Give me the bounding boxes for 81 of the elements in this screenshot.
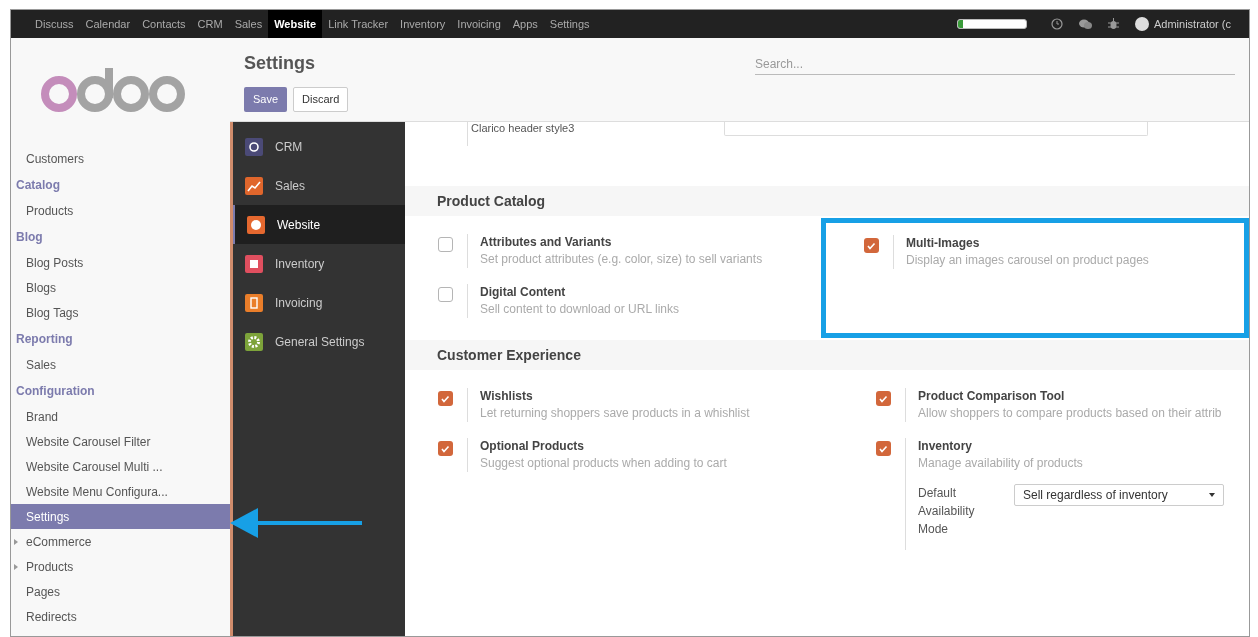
page-title: Settings bbox=[244, 52, 316, 75]
caret-icon bbox=[14, 538, 18, 545]
check-icon bbox=[878, 443, 888, 454]
setting-title: Product Comparison Tool bbox=[918, 388, 1066, 405]
select-field[interactable]: Sell regardless of inventory bbox=[1014, 484, 1224, 506]
bug-icon bbox=[1107, 18, 1119, 30]
app-tab[interactable]: Inventory bbox=[233, 244, 405, 283]
menu-item[interactable]: Contacts bbox=[136, 10, 192, 38]
checkbox[interactable] bbox=[875, 391, 891, 406]
caret-icon bbox=[14, 563, 18, 570]
setting-description: Set product attributes (e.g. color, size) to sell variants bbox=[480, 251, 763, 268]
sidebar-section: Catalog bbox=[11, 171, 230, 198]
menu-item[interactable]: Sales bbox=[228, 10, 269, 38]
app-tab[interactable]: Website bbox=[233, 205, 405, 244]
user-name[interactable]: Administrator (c bbox=[1153, 15, 1231, 33]
setting-title: Inventory bbox=[918, 438, 973, 455]
section-header: Product Catalog bbox=[405, 186, 1249, 216]
sidebar-item[interactable]: Website Carousel Filter bbox=[11, 429, 230, 454]
avatar-icon bbox=[1134, 17, 1149, 31]
menu-item[interactable]: Inventory bbox=[394, 10, 452, 38]
input-field[interactable] bbox=[724, 122, 1149, 136]
setting-description: Display an images carousel on product pages bbox=[906, 252, 1149, 269]
app-tab[interactable]: CRM bbox=[233, 127, 405, 166]
save-button[interactable]: Save bbox=[244, 87, 288, 112]
check-icon bbox=[866, 240, 876, 251]
field-label: Default Availability Mode bbox=[918, 485, 976, 538]
sidebar-item[interactable]: Sales bbox=[11, 352, 230, 377]
sidebar-item[interactable]: Settings bbox=[11, 504, 230, 529]
section-header: Customer Experience bbox=[405, 340, 1249, 370]
checkbox[interactable] bbox=[875, 441, 891, 456]
chat-icon bbox=[1078, 18, 1092, 30]
setting-title: Optional Products bbox=[480, 438, 585, 455]
sidebar-item[interactable]: Redirects bbox=[11, 604, 230, 629]
clock-icon bbox=[1050, 18, 1063, 30]
menu-item[interactable]: Invoicing bbox=[451, 10, 507, 38]
menu-item[interactable]: Settings bbox=[543, 10, 596, 38]
menu-item[interactable]: Link Tracker bbox=[322, 10, 395, 38]
sidebar-item[interactable]: eCommerce bbox=[11, 529, 230, 554]
menu-item[interactable]: Discuss bbox=[29, 10, 80, 38]
menu-item[interactable]: Website bbox=[268, 10, 323, 38]
app-tab[interactable]: Invoicing bbox=[233, 283, 405, 322]
check-icon bbox=[878, 393, 888, 404]
menu-item[interactable]: CRM bbox=[191, 10, 229, 38]
sidebar-section: Configuration bbox=[11, 377, 230, 404]
sidebar-item[interactable]: Pages bbox=[11, 579, 230, 604]
sidebar-section: Blog bbox=[11, 223, 230, 250]
caret-icon bbox=[1209, 491, 1215, 499]
select-value: Sell regardless of inventory bbox=[1023, 487, 1168, 504]
setting-title: Multi-Images bbox=[906, 235, 981, 252]
app-tab[interactable]: Sales bbox=[233, 166, 405, 205]
setting-title: Wishlists bbox=[480, 388, 534, 405]
sidebar-section: Reporting bbox=[11, 325, 230, 352]
setting-description: Let returning shoppers save products in a whishlist bbox=[480, 405, 750, 422]
setting-title: Digital Content bbox=[480, 284, 567, 301]
sidebar-item[interactable]: Blog Posts bbox=[11, 250, 230, 275]
sidebar-item[interactable]: Blogs bbox=[11, 275, 230, 300]
setting-description: Sell content to download or URL links bbox=[480, 301, 679, 318]
setting-description: Suggest optional products when adding to cart bbox=[480, 455, 727, 472]
sidebar-item[interactable]: Products bbox=[11, 198, 230, 223]
checkbox[interactable] bbox=[437, 237, 453, 252]
discard-button[interactable]: Discard bbox=[293, 87, 349, 112]
checkbox[interactable] bbox=[437, 287, 453, 302]
sidebar-item[interactable]: Website Menu Configura... bbox=[11, 479, 230, 504]
sidebar-item[interactable]: Brand bbox=[11, 404, 230, 429]
check-icon bbox=[440, 443, 450, 454]
setting-label: Clarico header style3 bbox=[471, 122, 575, 134]
checkbox[interactable] bbox=[437, 441, 453, 456]
checkbox[interactable] bbox=[863, 238, 879, 253]
check-icon bbox=[440, 393, 450, 404]
menu-item[interactable]: Apps bbox=[506, 10, 544, 38]
setting-description: Allow shoppers to compare products based on their attrib bbox=[918, 405, 1222, 422]
setting-description: Manage availability of products bbox=[918, 455, 1084, 472]
sidebar-item[interactable]: Products bbox=[11, 554, 230, 579]
sidebar-item[interactable]: Customers bbox=[11, 146, 230, 171]
setting-title: Attributes and Variants bbox=[480, 234, 613, 251]
checkbox[interactable] bbox=[437, 391, 453, 406]
sidebar-item[interactable]: Website Carousel Multi ... bbox=[11, 454, 230, 479]
menu-item[interactable]: Calendar bbox=[79, 10, 137, 38]
search-field[interactable]: Search... bbox=[755, 53, 1235, 75]
app-tab[interactable]: General Settings bbox=[233, 322, 405, 361]
sidebar-item[interactable]: Blog Tags bbox=[11, 300, 230, 325]
